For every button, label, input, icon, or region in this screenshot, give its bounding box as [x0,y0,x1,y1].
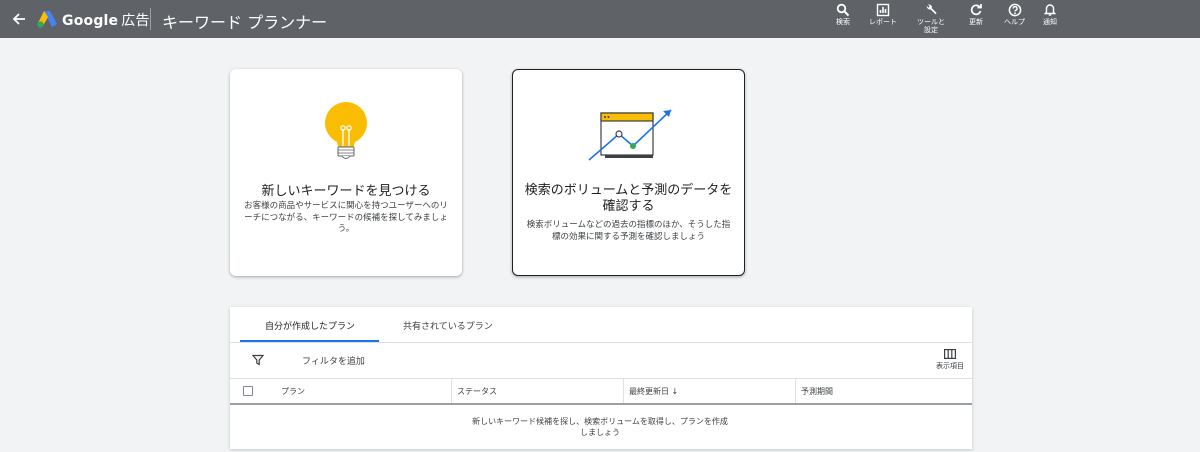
search-button-label: 検索 [836,18,850,26]
discover-keywords-card[interactable]: 新しいキーワードを見つける お客様の商品やサービスに関心を持つユーザーへのリーチ… [230,69,462,276]
bell-icon [1043,4,1057,16]
search-button[interactable]: 検索 [836,3,850,26]
column-header-forecast-period[interactable]: 予測期間 [801,386,833,397]
tabs-divider [230,342,972,343]
refresh-button-label: 更新 [969,18,983,26]
header-divider [150,8,151,30]
forecast-chart-icon [588,109,672,161]
column-separator [795,379,796,403]
column-header-plan[interactable]: プラン [281,386,305,397]
tools-settings-button-label: ツールと 設定 [917,18,945,34]
tab-shared-plans[interactable]: 共有されているプラン [403,319,493,332]
search-volume-forecast-title: 検索のボリュームと予測のデータを確認する [524,183,733,214]
select-all-checkbox[interactable] [243,386,253,396]
google-ads-logo-icon[interactable] [36,9,58,29]
tab-my-plans[interactable]: 自分が作成したプラン [265,319,355,332]
lightbulb-icon [325,102,367,159]
search-icon [836,3,850,17]
column-header-status[interactable]: ステータス [457,386,497,397]
brand-name[interactable]: Google 広告 [62,10,150,30]
discover-keywords-description: お客様の商品やサービスに関心を持つユーザーへのリーチにつながる、キーワードの候補… [244,201,448,234]
reports-button-label: レポート [869,18,897,26]
filter-icon[interactable] [252,354,264,366]
refresh-button[interactable]: 更新 [969,3,983,26]
reports-button[interactable]: レポート [869,3,897,26]
tools-settings-button[interactable]: ツールと 設定 [917,3,945,34]
sort-descending-icon: ↓ [671,387,679,396]
search-volume-forecast-description: 検索ボリュームなどの過去の指標のほか、そうした指標の効果に関する予測を確認しまし… [526,220,731,242]
help-button-label: ヘルプ [1004,18,1025,26]
wrench-icon [926,4,937,15]
top-app-bar: Google 広告 キーワード プランナー 検索 レポート ツールと 設定 更新 … [0,0,1200,38]
notifications-button-label: 通知 [1043,18,1057,26]
columns-button-label: 表示項目 [936,362,964,370]
notifications-button[interactable]: 通知 [1043,3,1057,26]
reports-icon [876,3,890,17]
search-volume-forecast-card[interactable]: 検索のボリュームと予測のデータを確認する 検索ボリュームなどの過去の指標のほか、… [512,69,745,276]
plans-panel: 自分が作成したプラン 共有されているプラン フィルタを追加 表示項目 プラン ス… [230,307,972,449]
back-arrow-icon[interactable] [10,9,28,29]
page-title: キーワード プランナー [162,13,328,32]
empty-state-message: 新しいキーワード候補を探し、検索ボリュームを取得し、プランを作成しましょう [472,417,728,437]
add-filter-button[interactable]: フィルタを追加 [302,354,365,367]
help-button[interactable]: ヘルプ [1004,3,1025,26]
last-modified-label: 最終更新日 [629,387,669,396]
discover-keywords-title: 新しいキーワードを見つける [261,184,431,199]
filter-divider [230,378,972,379]
columns-icon [944,349,956,359]
help-icon [1008,3,1021,17]
columns-button[interactable]: 表示項目 [930,349,970,371]
column-header-last-modified[interactable]: 最終更新日 ↓ [629,386,678,397]
table-header-divider [230,403,972,405]
column-separator [451,379,452,403]
column-separator [623,379,624,403]
refresh-icon [970,4,982,16]
